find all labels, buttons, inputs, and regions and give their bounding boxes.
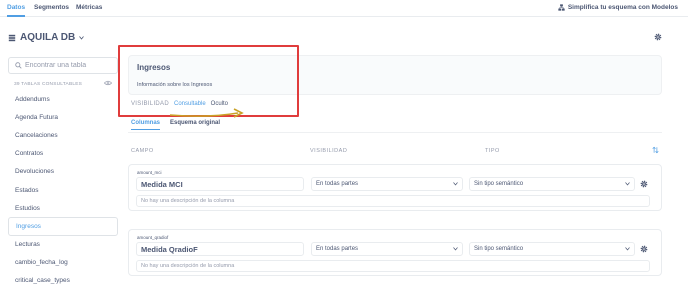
sidebar-item-agenda-futura[interactable]: Agenda Futura bbox=[8, 108, 118, 126]
header-campo: CAMPO bbox=[131, 148, 154, 154]
gear-icon[interactable] bbox=[640, 180, 648, 188]
field-row: amount_mci En todas partes Sin tipo semá… bbox=[128, 164, 662, 211]
table-search-input[interactable] bbox=[25, 62, 115, 69]
field-id: amount_mci bbox=[137, 170, 162, 175]
gear-icon[interactable] bbox=[654, 33, 662, 41]
sidebar-item-addendums[interactable]: Addendums bbox=[8, 90, 118, 108]
gear-icon[interactable] bbox=[640, 245, 648, 253]
divider bbox=[128, 132, 662, 133]
chevron-down-icon bbox=[453, 182, 458, 186]
sidebar-item-cambio-fecha-log[interactable]: cambio_fecha_log bbox=[8, 254, 118, 272]
header-tipo: TIPO bbox=[485, 148, 500, 154]
tab-segmentos[interactable]: Segmentos bbox=[34, 4, 69, 11]
sidebar-item-contratos[interactable]: Contratos bbox=[8, 145, 118, 163]
model-icon bbox=[558, 4, 565, 11]
chevron-down-icon bbox=[453, 247, 458, 251]
field-display-name-input[interactable] bbox=[136, 242, 304, 256]
sidebar-item-estudios[interactable]: Estudios bbox=[8, 199, 118, 217]
chevron-down-icon bbox=[625, 182, 630, 186]
field-display-name-input[interactable] bbox=[136, 177, 304, 191]
search-icon bbox=[15, 62, 22, 69]
field-semantic-type-value: Sin tipo semántico bbox=[474, 181, 524, 187]
field-description-input[interactable] bbox=[136, 260, 650, 272]
field-visibility-select[interactable]: En todas partes bbox=[311, 242, 463, 256]
sidebar-item-lecturas[interactable]: Lecturas bbox=[8, 236, 118, 254]
sidebar-item-critical-case-types[interactable]: critical_case_types bbox=[8, 272, 118, 290]
field-semantic-type-select[interactable]: Sin tipo semántico bbox=[469, 177, 635, 191]
models-link-label: Simplifica tu esquema con Modelos bbox=[567, 4, 678, 11]
tab-datos[interactable]: Datos bbox=[7, 4, 26, 17]
sidebar-item-estados[interactable]: Estados bbox=[8, 181, 118, 199]
sort-icon[interactable] bbox=[652, 146, 659, 154]
table-count-caption: 39 TABLAS CONSULTABLES bbox=[14, 82, 83, 87]
field-id: amount_qradiof bbox=[137, 235, 169, 240]
table-search[interactable] bbox=[8, 57, 118, 74]
models-link[interactable]: Simplifica tu esquema con Modelos bbox=[558, 4, 678, 11]
top-nav: Datos Segmentos Métricas Simplifica tu e… bbox=[0, 0, 688, 17]
sidebar-item-ingresos[interactable]: Ingresos bbox=[8, 217, 118, 236]
database-name: AQUILA DB bbox=[20, 32, 76, 43]
database-icon bbox=[8, 34, 16, 41]
tab-esquema-original[interactable]: Esquema original bbox=[170, 120, 220, 126]
tab-metricas[interactable]: Métricas bbox=[76, 4, 102, 11]
eye-icon[interactable] bbox=[104, 80, 112, 86]
header-visibilidad: VISIBILIDAD bbox=[310, 148, 348, 154]
tab-columnas[interactable]: Columnas bbox=[131, 120, 161, 131]
field-visibility-select[interactable]: En todas partes bbox=[311, 177, 463, 191]
field-description-input[interactable] bbox=[136, 195, 650, 207]
sidebar-item-cancelaciones[interactable]: Cancelaciones bbox=[8, 126, 118, 144]
view-tabs: Columnas Esquema original bbox=[131, 120, 220, 131]
sidebar-item-devoluciones[interactable]: Devoluciones bbox=[8, 163, 118, 181]
field-semantic-type-select[interactable]: Sin tipo semántico bbox=[469, 242, 635, 256]
database-selector[interactable]: AQUILA DB bbox=[8, 32, 84, 43]
field-row: amount_qradiof En todas partes Sin tipo … bbox=[128, 229, 662, 276]
field-visibility-value: En todas partes bbox=[316, 246, 359, 252]
chevron-down-icon bbox=[79, 35, 84, 40]
field-visibility-value: En todas partes bbox=[316, 181, 359, 187]
chevron-down-icon bbox=[625, 247, 630, 251]
field-semantic-type-value: Sin tipo semántico bbox=[474, 246, 524, 252]
table-list: Addendums Agenda Futura Cancelaciones Co… bbox=[8, 90, 118, 290]
annotation-arrow-icon bbox=[169, 108, 244, 118]
